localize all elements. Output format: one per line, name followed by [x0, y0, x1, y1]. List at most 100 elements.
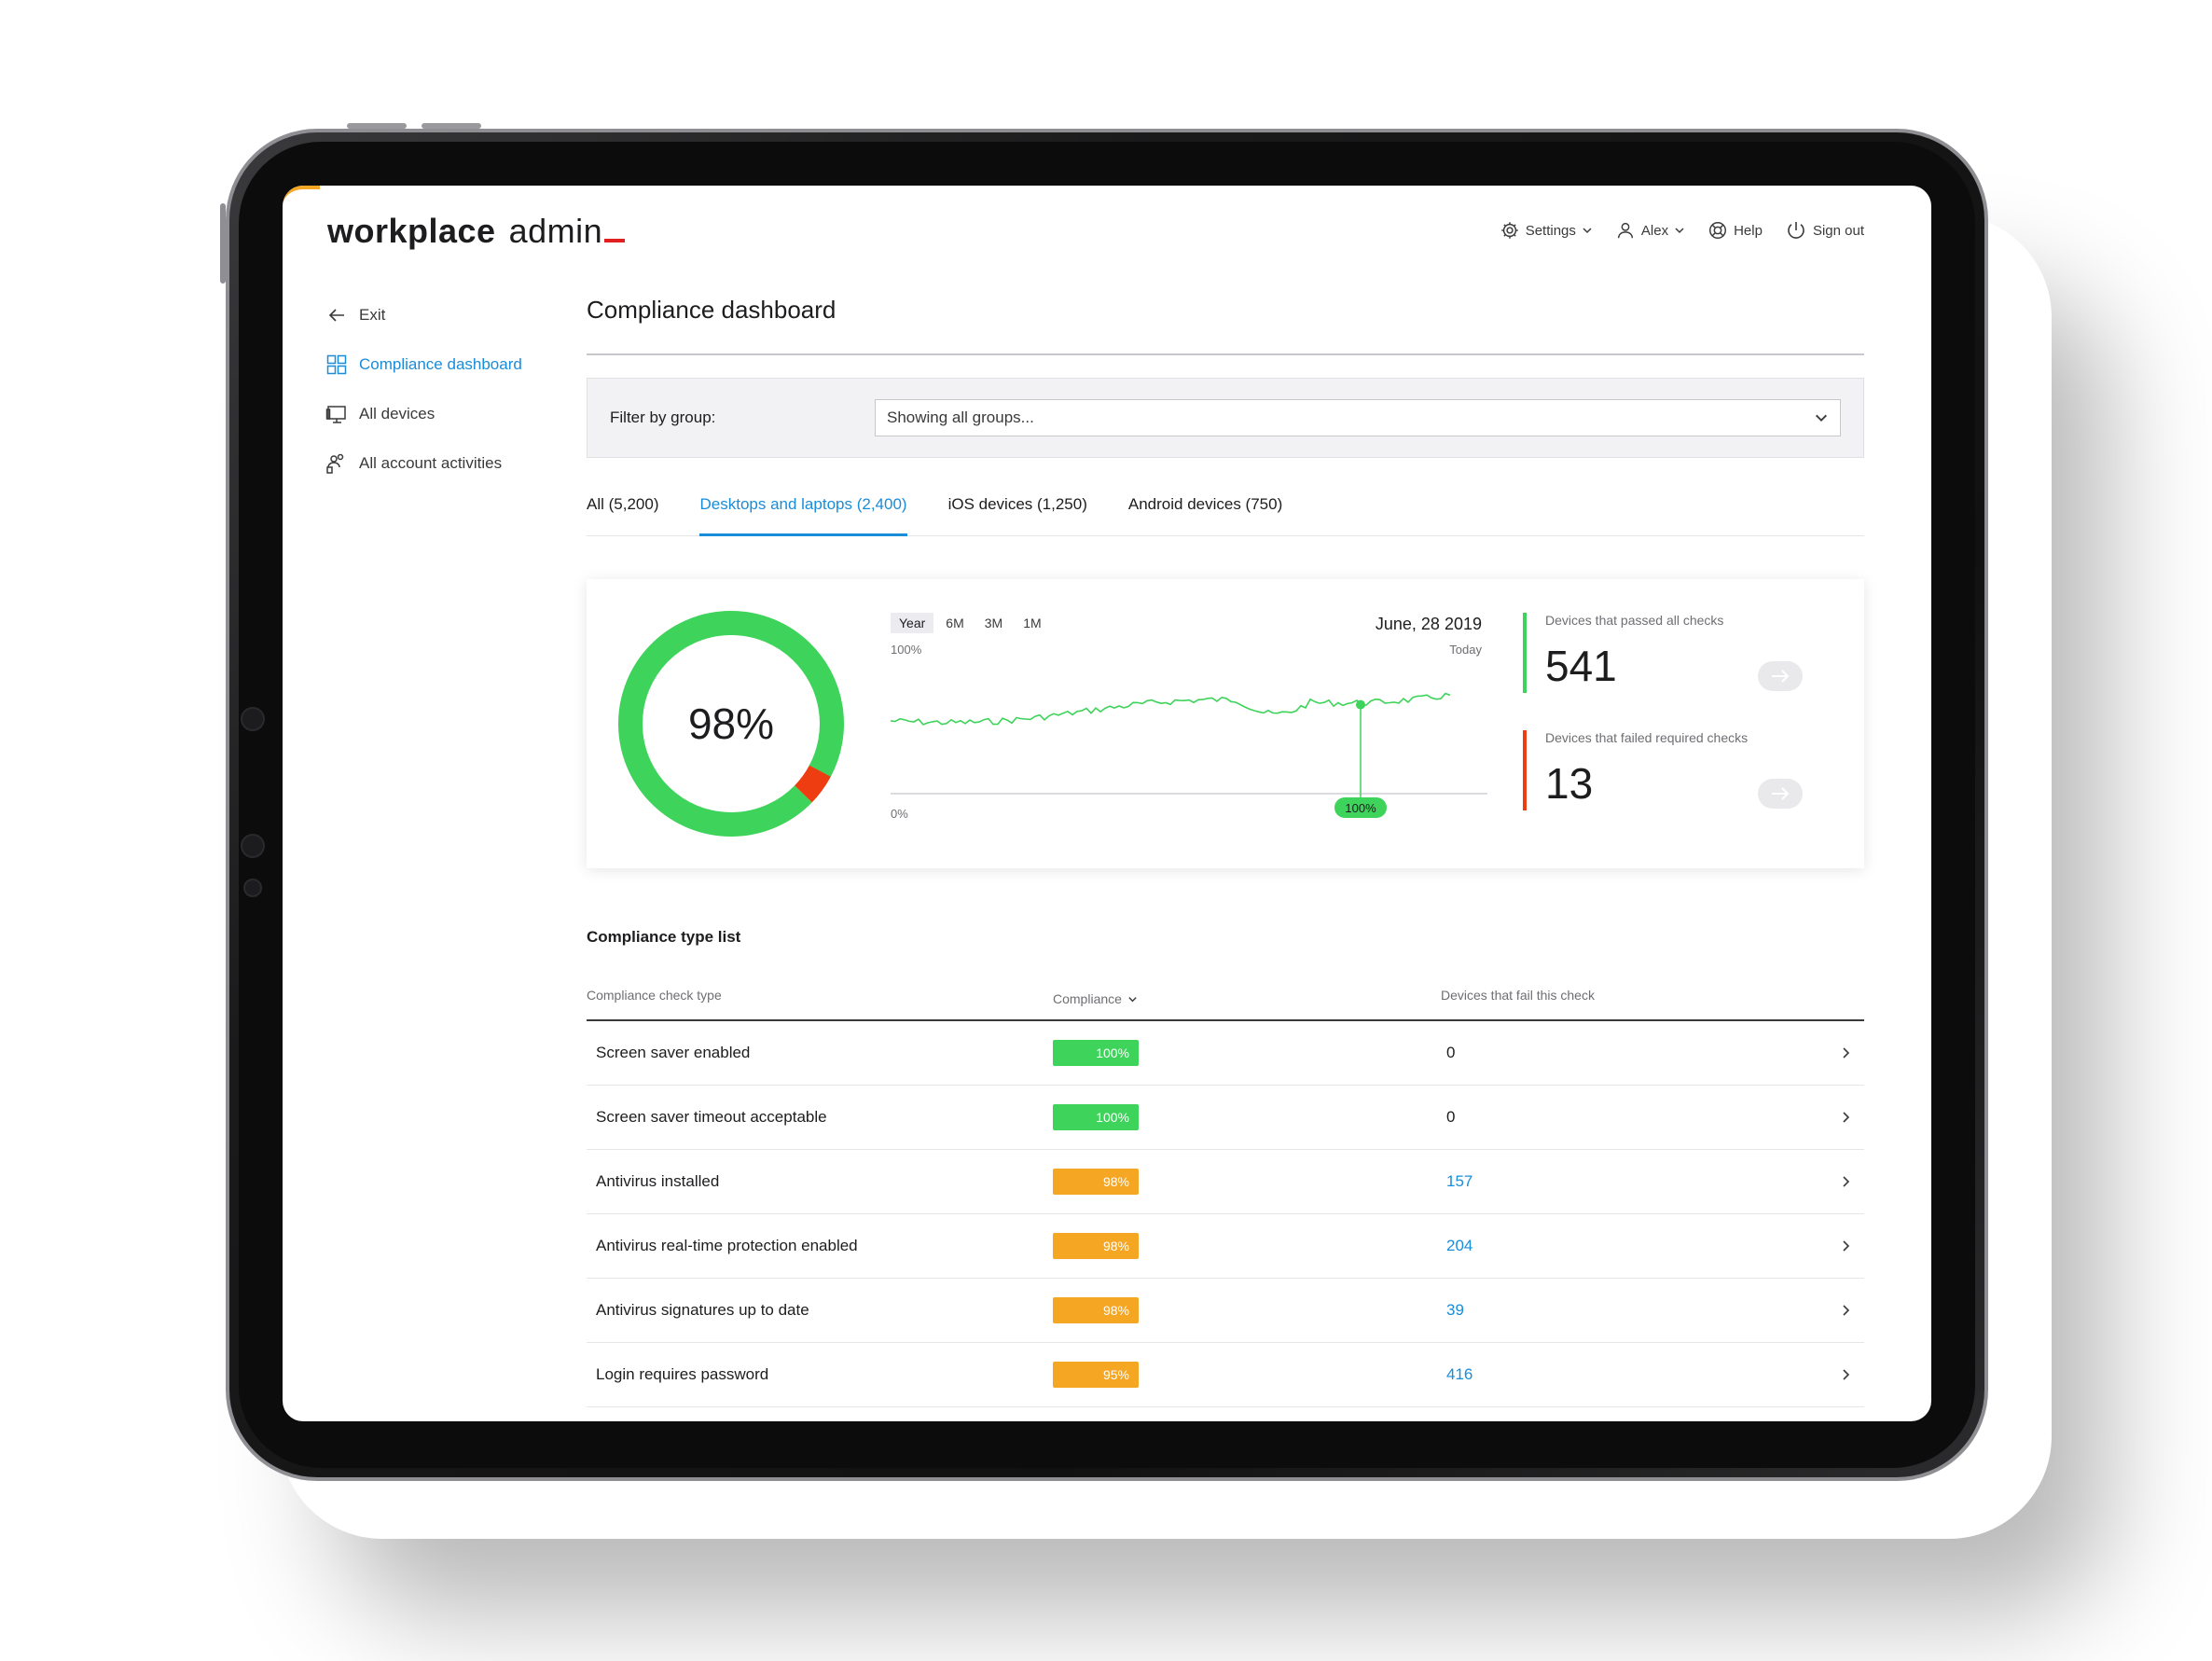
sign-out-label: Sign out [1812, 222, 1864, 239]
compliance-badge: 100% [1053, 1104, 1139, 1130]
arrow-left-icon [328, 308, 344, 322]
range-tab-year[interactable]: Year [891, 613, 934, 633]
compliance-badge: 98% [1053, 1297, 1139, 1323]
donut-percentage: 98% [687, 699, 775, 748]
table-row[interactable]: Antivirus installed 98% 157 [587, 1150, 1864, 1214]
col-header-check-type: Compliance check type [587, 988, 722, 1003]
sidebar-item-all-devices[interactable]: All devices [325, 389, 568, 438]
compliance-trend-chart: Year 6M 3M 1M June, 28 2019 100% Today 0… [891, 600, 1487, 842]
compliance-summary-card: 98% Year 6M 3M 1M June, 28 2019 100% Tod… [587, 579, 1864, 868]
help-lifebuoy-icon [1709, 222, 1727, 239]
compliance-badge: 98% [1053, 1233, 1139, 1259]
passed-stat: Devices that passed all checks 541 [1523, 613, 1831, 730]
range-tabs: Year 6M 3M 1M [891, 613, 1050, 633]
failed-stat: Devices that failed required checks 13 [1523, 730, 1831, 848]
failed-indicator-bar [1523, 730, 1527, 810]
failed-label: Devices that failed required checks [1545, 730, 1749, 745]
filter-panel: Filter by group: Showing all groups... [587, 378, 1864, 458]
user-name: Alex [1640, 222, 1669, 239]
check-name: Login requires password [596, 1365, 769, 1383]
group-filter-value: Showing all groups... [887, 408, 1034, 426]
table-row[interactable]: Antivirus real-time protection enabled 9… [587, 1214, 1864, 1279]
sidebar-item-all-account-activities[interactable]: All account activities [325, 438, 568, 488]
device-sensor [241, 834, 265, 858]
trend-plot[interactable]: 100% [891, 656, 1487, 842]
sign-out-button[interactable]: Sign out [1785, 219, 1864, 242]
tab-ios-devices[interactable]: iOS devices (1,250) [948, 482, 1087, 535]
fail-count-link[interactable]: 157 [1441, 1172, 1827, 1191]
chart-marker-dot [1356, 699, 1365, 710]
check-name: Screen saver timeout acceptable [596, 1108, 827, 1126]
tab-android-devices[interactable]: Android devices (750) [1128, 482, 1282, 535]
chevron-right-icon [1843, 1047, 1850, 1059]
chevron-down-icon [1583, 228, 1592, 234]
sort-chevron-down-icon [1128, 996, 1137, 1002]
compliance-rows: Screen saver enabled 100% 0 Screen saver… [587, 1021, 1864, 1407]
chevron-down-icon [1675, 228, 1684, 234]
user-icon [1617, 222, 1633, 239]
table-row[interactable]: Screen saver enabled 100% 0 [587, 1021, 1864, 1086]
settings-label: Settings [1525, 222, 1576, 239]
help-link[interactable]: Help [1707, 220, 1763, 241]
sidebar-item-exit[interactable]: Exit [325, 290, 568, 339]
col-header-compliance[interactable]: Compliance [1053, 988, 1441, 1010]
top-navigation: Settings Alex Help Sign out [1500, 219, 1864, 242]
fail-count-link[interactable]: 204 [1441, 1237, 1827, 1255]
trend-line [891, 692, 1451, 726]
sidebar-item-label: All account activities [359, 453, 503, 472]
filter-label: Filter by group: [610, 408, 716, 426]
chart-today-label: Today [1449, 643, 1482, 657]
col-header-fails: Devices that fail this check [1441, 988, 1595, 1003]
range-tab-3m[interactable]: 3M [976, 613, 1011, 633]
device-stats: Devices that passed all checks 541 Devic… [1523, 613, 1831, 848]
chart-date: June, 28 2019 [1375, 615, 1482, 633]
passed-indicator-bar [1523, 613, 1527, 693]
title-divider [587, 353, 1864, 355]
logo-workplace: workplace [327, 212, 496, 250]
fail-count-link[interactable]: 39 [1441, 1301, 1827, 1320]
app-screen: workplace admin Settings Alex Help Sign … [283, 186, 1931, 1421]
passed-label: Devices that passed all checks [1545, 613, 1724, 628]
col-header-compliance-label: Compliance [1053, 991, 1122, 1006]
power-icon [1788, 222, 1804, 239]
main-content: Compliance dashboard Filter by group: Sh… [587, 290, 1864, 1407]
logo-cursor-underscore [604, 239, 626, 242]
compliance-badge: 95% [1053, 1362, 1139, 1388]
app-logo[interactable]: workplace admin [327, 212, 626, 251]
table-row[interactable]: Login requires password 95% 416 [587, 1343, 1864, 1407]
check-name: Antivirus real-time protection enabled [596, 1237, 858, 1254]
check-name: Screen saver enabled [596, 1044, 751, 1061]
failed-details-button[interactable] [1758, 779, 1803, 809]
chevron-right-icon [1843, 1240, 1850, 1252]
sidebar-item-label: Compliance dashboard [359, 354, 522, 373]
users-activity-icon [326, 453, 344, 474]
fail-count-link[interactable]: 416 [1441, 1365, 1827, 1384]
range-tab-6m[interactable]: 6M [937, 613, 972, 633]
arrow-right-icon [1772, 787, 1790, 800]
sidebar-item-label: All devices [359, 404, 435, 422]
sidebar-item-compliance-dashboard[interactable]: Compliance dashboard [325, 339, 568, 389]
chart-y-max-label: 100% [891, 643, 922, 657]
tab-all[interactable]: All (5,200) [587, 482, 658, 535]
logo-admin: admin [508, 212, 603, 250]
tab-desktops-laptops[interactable]: Desktops and laptops (2,400) [699, 482, 907, 536]
compliance-list-header: Compliance check type Compliance Devices… [587, 988, 1864, 1010]
table-row[interactable]: Antivirus signatures up to date 98% 39 [587, 1279, 1864, 1343]
passed-details-button[interactable] [1758, 661, 1803, 691]
chevron-right-icon [1843, 1176, 1850, 1187]
user-menu[interactable]: Alex [1615, 220, 1685, 241]
fail-count: 0 [1446, 1044, 1456, 1061]
arrow-right-icon [1772, 670, 1790, 683]
sidebar-item-label: Exit [359, 305, 386, 324]
chart-marker-label: 100% [1345, 801, 1376, 815]
device-type-tabs: All (5,200) Desktops and laptops (2,400)… [587, 482, 1864, 536]
group-filter-select[interactable]: Showing all groups... [875, 399, 1841, 436]
dashboard-grid-icon [326, 354, 347, 374]
chevron-right-icon [1843, 1369, 1850, 1380]
check-name: Antivirus signatures up to date [596, 1301, 809, 1319]
table-row[interactable]: Screen saver timeout acceptable 100% 0 [587, 1086, 1864, 1150]
settings-menu[interactable]: Settings [1500, 220, 1593, 241]
compliance-badge: 100% [1053, 1040, 1139, 1066]
range-tab-1m[interactable]: 1M [1015, 613, 1049, 633]
page-title: Compliance dashboard [587, 296, 836, 324]
